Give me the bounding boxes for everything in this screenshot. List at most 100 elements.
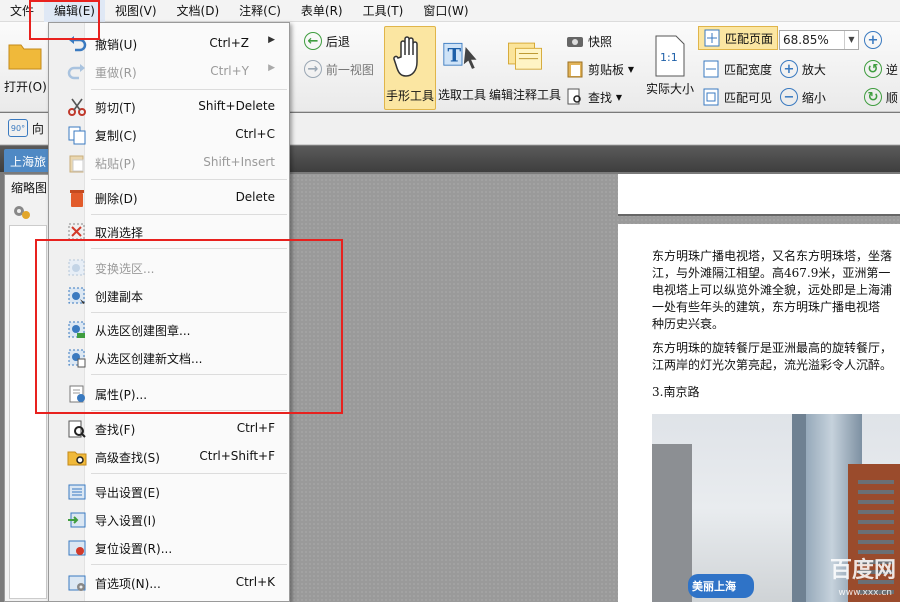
watermark-text: 百度网 — [829, 558, 896, 583]
fit-page-icon — [703, 29, 721, 47]
menu-separator — [91, 179, 287, 180]
fit-width-button[interactable]: 匹配宽度 — [702, 60, 772, 78]
hand-tool-button[interactable]: 手形工具 — [384, 26, 436, 110]
paragraph-line: 一处有些年头的建筑，东方明珠广播电视塔 — [652, 300, 881, 314]
paste-icon — [67, 153, 87, 173]
rotate-view-button[interactable]: 90° 向 — [8, 119, 44, 137]
menu-item-deselect[interactable]: 取消选择 — [49, 218, 289, 244]
previous-page-bottom — [618, 174, 900, 216]
menu-item-transform-selection[interactable]: 变换选区... — [49, 254, 289, 280]
svg-text:T: T — [447, 46, 461, 67]
menu-item-redo[interactable]: 重做(R) Ctrl+Y ▶ — [49, 58, 289, 84]
rotate-view-label: 向 — [31, 121, 44, 136]
rotate-ccw-button[interactable]: ↺ 逆 — [864, 60, 898, 78]
menu-item-preferences[interactable]: 首选项(N)... Ctrl+K — [49, 569, 289, 595]
section-heading: 3.南京路 — [652, 385, 700, 399]
stamp-icon — [67, 320, 87, 340]
menu-item-properties[interactable]: 属性(P)... — [49, 380, 289, 406]
menu-separator — [91, 248, 287, 249]
menu-item-export-settings[interactable]: 导出设置(E) — [49, 478, 289, 504]
export-settings-icon — [67, 482, 87, 502]
back-button[interactable]: ← 后退 — [304, 32, 350, 50]
menu-item-find[interactable]: 查找(F) Ctrl+F — [49, 415, 289, 441]
select-tool-button[interactable]: T 选取工具 — [436, 28, 488, 103]
annotation-icon — [505, 28, 545, 86]
snapshot-label: 快照 — [588, 34, 613, 49]
thumbnail-options-button[interactable] — [11, 203, 33, 224]
undo-icon — [67, 34, 87, 54]
menu-item-create-copy[interactable]: 创建副本 — [49, 282, 289, 308]
thumbnail-list[interactable] — [9, 225, 47, 599]
paragraph-line: 电视塔上可以纵览外滩全貌，远处即是上海浦 — [652, 283, 893, 297]
edit-annotation-label: 编辑注释工具 — [488, 88, 561, 102]
svg-text:1:1: 1:1 — [660, 51, 678, 64]
menu-tools[interactable]: 工具(T) — [353, 0, 414, 22]
hand-tool-label: 手形工具 — [385, 89, 434, 103]
menu-item-paste[interactable]: 粘贴(P) Shift+Insert — [49, 149, 289, 175]
fit-visible-icon — [702, 88, 720, 106]
menu-item-copy[interactable]: 复制(C) Ctrl+C — [49, 121, 289, 147]
rotate-ccw-icon: ↺ — [864, 60, 882, 78]
paragraph-line: 东方明珠广播电视塔，又名东方明珠塔，坐落 — [652, 249, 893, 263]
paragraph-line: 种历史兴衰。 — [652, 317, 725, 331]
forward-view-button[interactable]: → 前一视图 — [304, 60, 374, 78]
menu-item-import-settings[interactable]: 导入设置(I) — [49, 506, 289, 532]
chevron-down-icon: ▼ — [627, 64, 634, 74]
forward-arrow-icon: → — [304, 60, 322, 78]
snapshot-button[interactable]: 快照 — [566, 32, 612, 50]
chevron-down-icon[interactable]: ▼ — [844, 31, 858, 49]
menu-item-create-document-from-selection[interactable]: 从选区创建新文档... — [49, 344, 289, 370]
folder-search-icon — [67, 447, 87, 467]
trash-icon — [67, 188, 87, 208]
menu-separator — [91, 564, 287, 565]
fit-page-button[interactable]: 匹配页面 — [698, 26, 779, 50]
find-button[interactable]: 查找 ▼ — [566, 88, 622, 106]
menu-item-undo[interactable]: 撤销(U) Ctrl+Z ▶ — [49, 30, 289, 56]
actual-size-button[interactable]: 1:1 实际大小 — [645, 32, 695, 97]
clipboard-button[interactable]: 剪贴板 ▼ — [566, 60, 634, 78]
paragraph-line: 江，与外滩隔江相望。高467.9米，亚洲第一 — [652, 266, 891, 280]
billboard-sign: 美丽上海 — [688, 574, 754, 598]
menu-item-cut[interactable]: 剪切(T) Shift+Delete — [49, 93, 289, 119]
menu-item-advanced-find[interactable]: 高级查找(S) Ctrl+Shift+F — [49, 443, 289, 469]
rotate-view-icon: 90° — [8, 119, 28, 137]
open-label: 打开(O) — [4, 80, 47, 94]
zoom-out-label: 缩小 — [801, 90, 826, 105]
edit-annotation-tool-button[interactable]: 编辑注释工具 — [488, 28, 562, 103]
menu-edit[interactable]: 编辑(E) — [44, 0, 105, 22]
create-copy-icon — [67, 286, 87, 306]
back-arrow-icon: ← — [304, 32, 322, 50]
zoom-out-button[interactable]: − 缩小 — [780, 88, 826, 106]
menu-separator — [91, 89, 287, 90]
fit-visible-button[interactable]: 匹配可见 — [702, 88, 772, 106]
menu-document[interactable]: 文档(D) — [167, 0, 230, 22]
menu-comment[interactable]: 注释(C) — [229, 0, 291, 22]
find-label: 查找 — [588, 90, 613, 105]
fit-width-icon — [702, 60, 720, 78]
preferences-icon — [67, 573, 87, 593]
redo-icon — [67, 62, 87, 82]
camera-icon — [566, 32, 584, 50]
zoom-level-select[interactable]: 68.85% ▼ — [779, 30, 859, 50]
menu-form[interactable]: 表单(R) — [291, 0, 353, 22]
paragraph-line: 东方明珠的旋转餐厅是亚洲最高的旋转餐厅， — [652, 341, 893, 355]
zoom-in-search-button[interactable]: + — [864, 31, 882, 49]
fit-page-label: 匹配页面 — [725, 31, 774, 46]
zoom-in-button[interactable]: + 放大 — [780, 60, 826, 78]
menu-view[interactable]: 视图(V) — [105, 0, 167, 22]
paragraph-line: 江两岸的灯光次第亮起，流光溢彩令人沉醉。 — [652, 358, 893, 372]
rotate-cw-button[interactable]: ↻ 顺 — [864, 88, 898, 106]
menu-separator — [91, 214, 287, 215]
menu-item-delete[interactable]: 删除(D) Delete — [49, 184, 289, 210]
clipboard-icon — [566, 60, 584, 78]
menu-file[interactable]: 文件 — [0, 0, 44, 22]
menu-separator — [91, 410, 287, 411]
menu-window[interactable]: 窗口(W) — [413, 0, 478, 22]
zoom-in-icon: + — [780, 60, 798, 78]
magnifier-plus-icon: + — [864, 31, 882, 49]
rotate-cw-icon: ↻ — [864, 88, 882, 106]
menu-item-create-stamp-from-selection[interactable]: 从选区创建图章... — [49, 316, 289, 342]
actual-size-label: 实际大小 — [645, 82, 694, 96]
menu-item-reset-settings[interactable]: 复位设置(R)... — [49, 534, 289, 560]
open-button[interactable]: 打开(O) — [4, 32, 47, 95]
